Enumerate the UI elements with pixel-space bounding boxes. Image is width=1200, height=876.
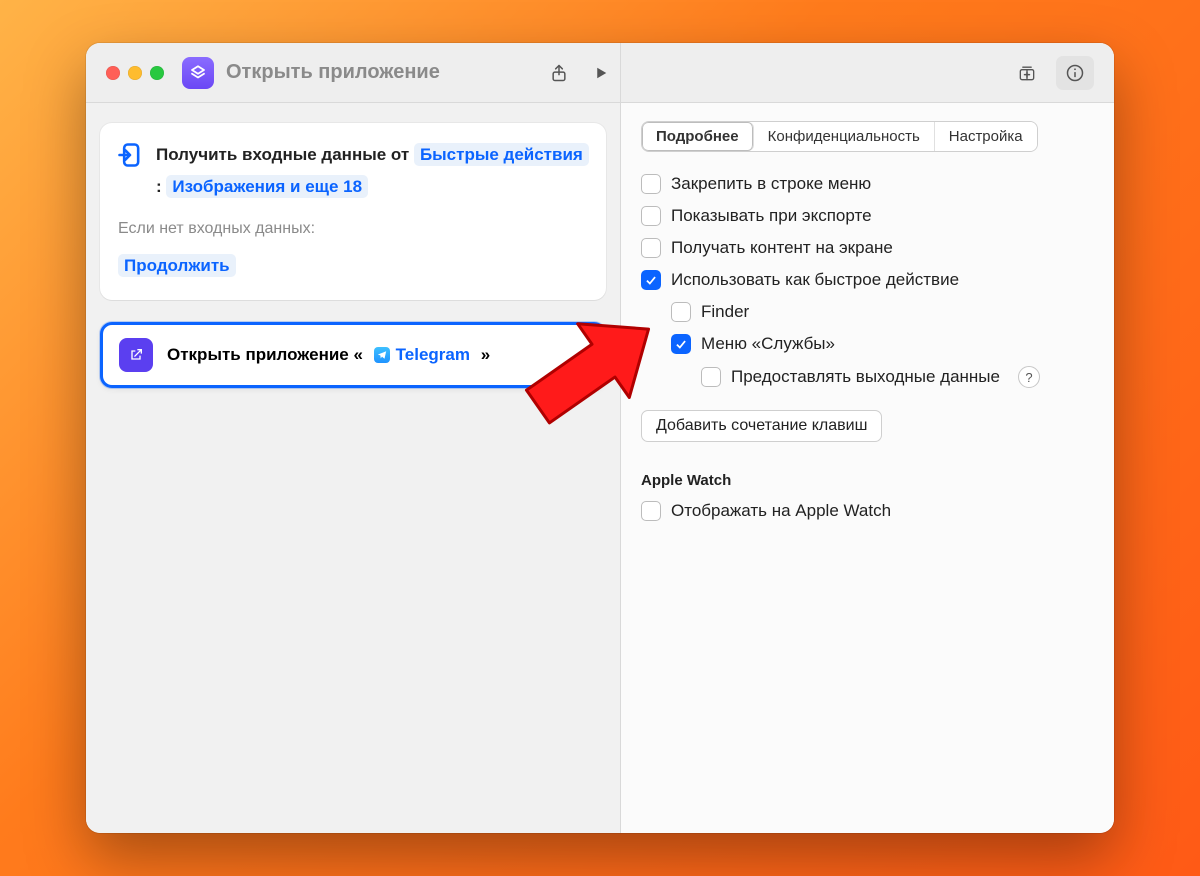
opt-finder[interactable]: Finder — [641, 302, 1094, 322]
shortcuts-window: Открыть приложение — [86, 43, 1114, 833]
opt-apple-watch[interactable]: Отображать на Apple Watch — [641, 501, 1094, 521]
opt-label: Закрепить в строке меню — [671, 174, 871, 194]
opt-label: Использовать как быстрое действие — [671, 270, 959, 290]
tab-details[interactable]: Подробнее — [642, 122, 754, 151]
checkbox[interactable] — [641, 174, 661, 194]
no-input-fallback-token[interactable]: Продолжить — [118, 254, 236, 277]
checkbox[interactable] — [641, 270, 661, 290]
open-app-action[interactable]: Открыть приложение « Telegram » — [100, 322, 606, 388]
opt-pin-menu[interactable]: Закрепить в строке меню — [641, 174, 1094, 194]
opt-label: Finder — [701, 302, 749, 322]
no-input-label: Если нет входных данных: — [118, 214, 590, 244]
checkbox[interactable] — [641, 238, 661, 258]
titlebar: Открыть приложение — [86, 43, 1114, 103]
titlebar-right — [621, 43, 1114, 102]
editor-pane: Получить входные данные от Быстрые дейст… — [86, 103, 621, 833]
checkbox[interactable] — [701, 367, 721, 387]
opt-services-menu[interactable]: Меню «Службы» — [641, 334, 1094, 354]
opt-label: Предоставлять выходные данные — [731, 367, 1000, 387]
checkbox[interactable] — [671, 334, 691, 354]
open-app-text: Открыть приложение « Telegram » — [167, 344, 490, 366]
open-app-prefix: Открыть приложение « — [167, 345, 363, 364]
close-window-button[interactable] — [106, 66, 120, 80]
checkbox[interactable] — [671, 302, 691, 322]
checkbox[interactable] — [641, 501, 661, 521]
telegram-icon — [374, 347, 390, 363]
app-token[interactable]: Telegram — [368, 344, 476, 366]
help-icon[interactable]: ? — [1018, 366, 1040, 388]
opt-label: Получать контент на экране — [671, 238, 893, 258]
tab-setup[interactable]: Настройка — [935, 122, 1037, 151]
input-prefix: Получить входные данные от — [156, 145, 409, 164]
opt-label: Меню «Службы» — [701, 334, 835, 354]
checkbox[interactable] — [641, 206, 661, 226]
opt-provide-output[interactable]: Предоставлять выходные данные ? — [641, 366, 1094, 388]
library-button[interactable] — [1008, 56, 1046, 90]
options-list: Закрепить в строке меню Показывать при э… — [641, 174, 1094, 388]
input-source-token[interactable]: Быстрые действия — [414, 143, 589, 166]
window-title: Открыть приложение — [226, 61, 540, 84]
titlebar-left: Открыть приложение — [86, 43, 621, 102]
shortcut-icon — [182, 57, 214, 89]
opt-get-content[interactable]: Получать контент на экране — [641, 238, 1094, 258]
info-button[interactable] — [1056, 56, 1094, 90]
traffic-lights — [106, 66, 164, 80]
add-shortcut-button[interactable]: Добавить сочетание клавиш — [641, 410, 882, 442]
open-app-suffix: » — [481, 345, 490, 364]
opt-use-quick-action[interactable]: Использовать как быстрое действие — [641, 270, 1094, 290]
app-name: Telegram — [396, 345, 470, 365]
share-button[interactable] — [540, 56, 578, 90]
apple-watch-header: Apple Watch — [641, 472, 1094, 489]
input-sep: : — [156, 177, 162, 196]
opt-label: Показывать при экспорте — [671, 206, 872, 226]
opt-show-export[interactable]: Показывать при экспорте — [641, 206, 1094, 226]
run-button[interactable] — [582, 56, 620, 90]
inspector-pane: Подробнее Конфиденциальность Настройка З… — [621, 103, 1114, 833]
minimize-window-button[interactable] — [128, 66, 142, 80]
input-types-token[interactable]: Изображения и еще 18 — [166, 175, 368, 198]
inspector-tabs: Подробнее Конфиденциальность Настройка — [641, 121, 1038, 152]
open-app-icon — [119, 338, 153, 372]
input-settings-card[interactable]: Получить входные данные от Быстрые дейст… — [100, 123, 606, 300]
input-icon — [116, 141, 144, 169]
opt-label: Отображать на Apple Watch — [671, 501, 891, 521]
zoom-window-button[interactable] — [150, 66, 164, 80]
tab-privacy[interactable]: Конфиденциальность — [754, 122, 935, 151]
window-body: Получить входные данные от Быстрые дейст… — [86, 103, 1114, 833]
